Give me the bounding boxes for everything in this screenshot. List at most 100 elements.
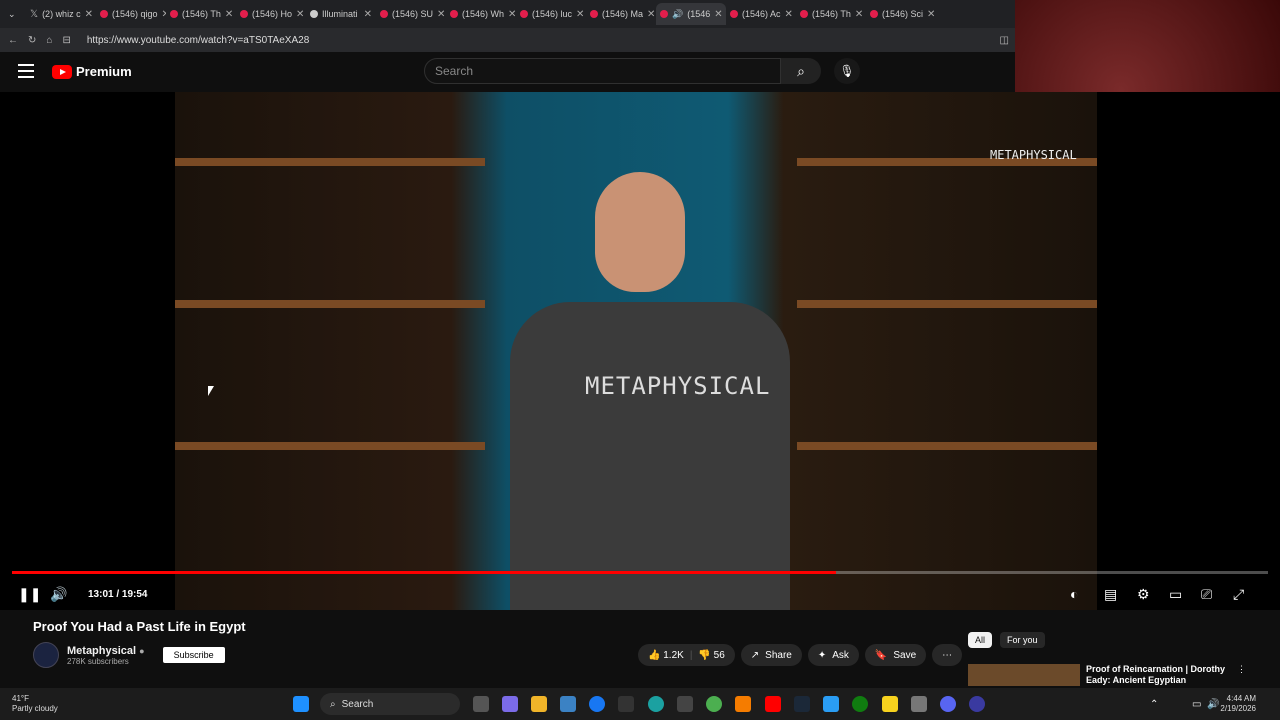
home-icon[interactable]: ⌂ xyxy=(46,35,52,46)
tray-chevron-icon[interactable]: ⌃ xyxy=(1150,699,1158,710)
mouse-cursor xyxy=(208,386,214,396)
youtube-icon xyxy=(380,10,388,18)
windows-start-icon[interactable] xyxy=(293,696,309,712)
app-icon[interactable] xyxy=(823,696,839,712)
browser-tab[interactable]: (1546) SU ✕ xyxy=(376,3,446,25)
discord-icon[interactable] xyxy=(940,696,956,712)
dislike-button[interactable]: 👎 56 xyxy=(698,650,724,661)
youtube-icon xyxy=(870,10,878,18)
settings-icon[interactable]: ⚙ xyxy=(1137,586,1150,603)
browser-tab-active[interactable]: 🔊 (1546 ✕ xyxy=(656,3,726,25)
close-icon[interactable]: ✕ xyxy=(364,9,372,20)
shelf xyxy=(175,158,485,166)
sidebar-toggle-icon[interactable]: ◫ xyxy=(1000,35,1009,46)
chip-all[interactable]: All xyxy=(968,632,993,648)
thumbs-down-icon: 👎 xyxy=(698,649,711,661)
browser-tab[interactable]: (1546) luc ✕ xyxy=(516,3,586,25)
shelf xyxy=(797,300,1097,308)
microphone-icon: 🎙 xyxy=(839,64,855,78)
audio-icon[interactable]: 🔊 xyxy=(672,9,683,20)
channel-row: Metaphysical ● 278K subscribers Subscrib… xyxy=(33,642,225,668)
youtube-logo[interactable]: Premium xyxy=(52,64,132,79)
chrome-icon[interactable] xyxy=(706,696,722,712)
speaker-icon[interactable]: 🔊 xyxy=(1207,699,1219,710)
file-explorer-icon[interactable] xyxy=(531,696,547,712)
browser-tab[interactable]: (1546) Ac ✕ xyxy=(726,3,796,25)
taskbar-search[interactable]: ⌕ Search xyxy=(320,693,460,715)
close-icon[interactable]: ✕ xyxy=(508,9,516,20)
network-icon[interactable]: ▭ xyxy=(1192,699,1201,710)
channel-name[interactable]: Metaphysical ● xyxy=(67,645,145,657)
reload-icon[interactable]: ↻ xyxy=(28,35,36,46)
browser-tab[interactable]: 𝕏 (2) whiz c ✕ xyxy=(26,3,96,25)
ask-button[interactable]: ✦ Ask xyxy=(807,644,859,666)
close-icon[interactable]: ✕ xyxy=(927,9,935,20)
back-icon[interactable]: ← xyxy=(8,35,18,46)
close-icon[interactable]: ✕ xyxy=(714,9,722,20)
browser-tab[interactable]: (1546) Ho ✕ xyxy=(236,3,306,25)
subscribe-button[interactable]: Subscribe xyxy=(162,647,225,663)
video-thumbnail[interactable] xyxy=(968,664,1080,686)
search-input[interactable]: Search xyxy=(424,58,781,84)
close-icon[interactable]: ✕ xyxy=(576,9,584,20)
share-button[interactable]: ↗ Share xyxy=(740,644,802,666)
browser-tab[interactable]: Illuminati ✕ xyxy=(306,3,376,25)
close-icon[interactable]: ✕ xyxy=(437,9,445,20)
youtube-app-icon[interactable] xyxy=(765,696,781,712)
amazon-icon[interactable] xyxy=(618,696,634,712)
browser-tab[interactable]: (1546) Th ✕ xyxy=(166,3,236,25)
steam-icon[interactable] xyxy=(794,696,810,712)
youtube-icon xyxy=(450,10,458,18)
vlc-icon[interactable] xyxy=(735,696,751,712)
browser-tab[interactable]: (1546) Ma ✕ xyxy=(586,3,656,25)
like-button[interactable]: 👍 1.2K xyxy=(648,650,684,661)
chip-for-you[interactable]: For you xyxy=(1000,632,1045,648)
browser-tab[interactable]: (1546) Th ✕ xyxy=(796,3,866,25)
volume-icon[interactable]: 🔊 xyxy=(50,586,67,603)
youtube-play-icon xyxy=(52,64,72,79)
browser-tab[interactable]: (1546) Sci ✕ xyxy=(866,3,936,25)
xbox-icon[interactable] xyxy=(852,696,868,712)
calculator-icon[interactable] xyxy=(677,696,693,712)
tab-list-button[interactable]: ⌄ xyxy=(4,3,26,25)
close-icon[interactable]: ✕ xyxy=(855,9,863,20)
system-clock[interactable]: 4:44 AM 2/19/2026 xyxy=(1220,694,1256,714)
task-view-icon[interactable] xyxy=(473,696,489,712)
browser-tab[interactable]: (1546) qigo ✕ xyxy=(96,3,166,25)
facebook-icon[interactable] xyxy=(589,696,605,712)
voice-search-button[interactable]: 🎙 xyxy=(834,58,860,84)
recommended-title[interactable]: Proof of Reincarnation | Dorothy Eady: A… xyxy=(1086,664,1231,686)
close-icon[interactable]: ✕ xyxy=(647,9,655,20)
shelf xyxy=(797,442,1097,450)
more-actions-button[interactable]: ⋯ xyxy=(932,644,963,666)
close-icon[interactable]: ✕ xyxy=(785,9,793,20)
weather-widget[interactable]: 41°F Partly cloudy xyxy=(12,694,58,714)
notes-icon[interactable] xyxy=(882,696,898,712)
close-icon[interactable]: ✕ xyxy=(296,9,304,20)
search-button[interactable]: ⌕ xyxy=(781,58,821,84)
url-field[interactable]: https://www.youtube.com/watch?v=aTS0TAeX… xyxy=(81,31,990,49)
miniplayer-icon[interactable]: ▭ xyxy=(1169,586,1182,603)
address-bar: ← ↻ ⌂ ⊟ https://www.youtube.com/watch?v=… xyxy=(0,28,1015,52)
copilot-icon[interactable] xyxy=(502,696,518,712)
video-player[interactable]: METAPHYSICAL METAPHYSICAL ❚❚ 🔊 13:01 / 1… xyxy=(0,92,1280,610)
store-icon[interactable] xyxy=(560,696,576,712)
app-icon[interactable] xyxy=(911,696,927,712)
fullscreen-icon[interactable]: ⤢ xyxy=(1233,586,1244,603)
cast-icon[interactable]: ⎚ xyxy=(1201,586,1212,603)
browser-tab[interactable]: (1546) Wh ✕ xyxy=(446,3,516,25)
recommended-video[interactable]: Proof of Reincarnation | Dorothy Eady: A… xyxy=(968,664,1248,688)
save-button[interactable]: 🔖 Save xyxy=(864,644,927,666)
hamburger-menu-icon[interactable] xyxy=(18,64,34,78)
autoplay-toggle[interactable]: ◐ xyxy=(1070,586,1078,602)
more-vert-icon[interactable]: ⋮ xyxy=(1237,664,1246,688)
captions-icon[interactable]: ▤ xyxy=(1104,586,1117,603)
close-icon[interactable]: ✕ xyxy=(225,9,233,20)
obs-icon[interactable] xyxy=(969,696,985,712)
close-icon[interactable]: ✕ xyxy=(85,9,93,20)
pause-icon[interactable]: ❚❚ xyxy=(18,586,41,603)
progress-bar[interactable] xyxy=(12,571,1268,574)
site-info-icon[interactable]: ⊟ xyxy=(62,35,70,46)
edge-icon[interactable] xyxy=(648,696,664,712)
avatar[interactable] xyxy=(33,642,59,668)
